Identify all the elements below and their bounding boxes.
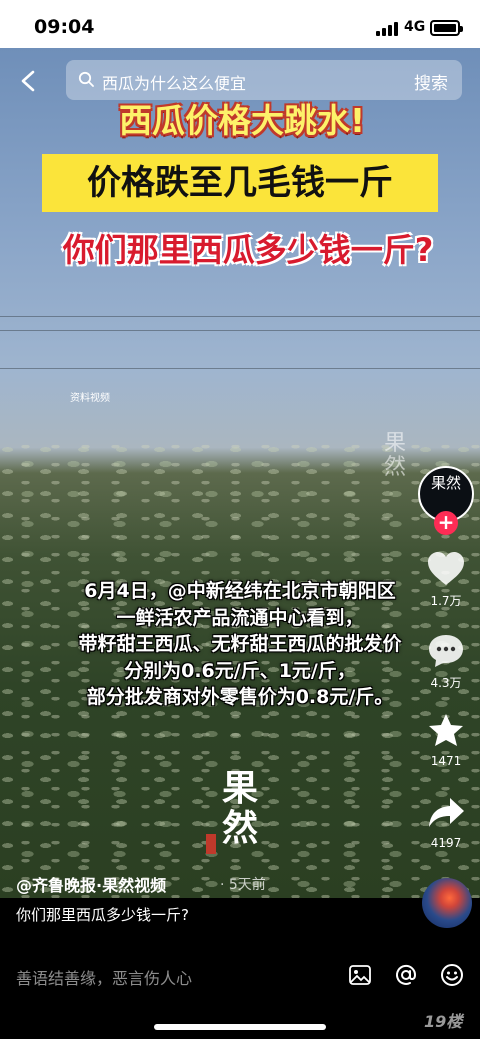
music-disc-icon[interactable]: [422, 878, 472, 928]
heart-icon: [428, 552, 464, 585]
back-icon[interactable]: [18, 70, 38, 92]
comment-icon: [429, 635, 463, 667]
power-line: [0, 316, 480, 317]
search-button[interactable]: 搜索: [414, 69, 448, 94]
status-bar: 09:04 4G: [0, 0, 480, 48]
like-count: 1.7万: [430, 594, 462, 608]
follow-button[interactable]: +: [434, 511, 458, 535]
source-label: 资料视频: [70, 393, 110, 404]
favorite-count: 1471: [430, 754, 462, 768]
seal-mark: [206, 834, 216, 854]
avatar-logo-text: 果然: [430, 474, 461, 492]
signal-icon: [376, 22, 398, 36]
battery-icon: [430, 20, 463, 36]
comment-input[interactable]: 善语结善缘，恶言伤人心: [16, 965, 192, 989]
search-input[interactable]: 西瓜为什么这么便宜 搜索: [66, 60, 462, 100]
share-icon: [429, 798, 464, 827]
video-headline-1: 西瓜价格大跳水!: [118, 101, 366, 140]
subtitle-line: 部分批发商对外零售价为0.8元/斤。: [86, 686, 394, 708]
watermark-vertical: 果然: [384, 431, 407, 480]
video-caption: 你们那里西瓜多少钱一斤?: [16, 906, 189, 924]
status-time: 09:04: [34, 16, 95, 38]
share-count: 4197: [430, 836, 462, 850]
search-query: 西瓜为什么这么便宜: [102, 74, 247, 93]
comment-button[interactable]: 4.3万: [420, 632, 472, 691]
subtitle-line: 分别为0.6元/斤、1元/斤，: [124, 659, 356, 682]
video-headline-3: 你们那里西瓜多少钱一斤?: [62, 231, 434, 269]
comment-count: 4.3万: [430, 676, 462, 690]
favorite-button[interactable]: 1471: [420, 712, 472, 768]
emoji-icon[interactable]: [440, 963, 464, 987]
like-button[interactable]: 1.7万: [420, 550, 472, 609]
home-indicator[interactable]: [154, 1024, 326, 1030]
mention-icon[interactable]: [394, 963, 418, 987]
video-subtitle: 6月4日，@中新经纬在北京市朝阳区 一鲜活农产品流通中心看到， 带籽甜王西瓜、无…: [30, 578, 450, 711]
network-type: 4G: [404, 19, 426, 35]
image-icon[interactable]: [348, 963, 372, 987]
subtitle-line: 一鲜活农产品流通中心看到，: [116, 606, 364, 629]
search-icon: [78, 71, 94, 87]
power-line: [0, 330, 480, 331]
author-name[interactable]: @齐鲁晚报·果然视频: [16, 872, 166, 896]
subtitle-line: 带籽甜王西瓜、无籽甜王西瓜的批发价: [78, 633, 402, 655]
subtitle-line: 6月4日，@中新经纬在北京市朝阳区: [84, 580, 396, 602]
star-icon: [429, 714, 463, 746]
post-time: · 5天前: [220, 877, 266, 893]
site-watermark: 19楼: [424, 1012, 463, 1031]
watermark-logo: 果然: [222, 767, 259, 849]
comment-bar: 善语结善缘，恶言伤人心: [0, 945, 480, 1005]
video-headline-2: 价格跌至几毛钱一斤: [42, 154, 438, 212]
share-button[interactable]: 4197: [420, 794, 472, 850]
power-line: [0, 368, 480, 369]
